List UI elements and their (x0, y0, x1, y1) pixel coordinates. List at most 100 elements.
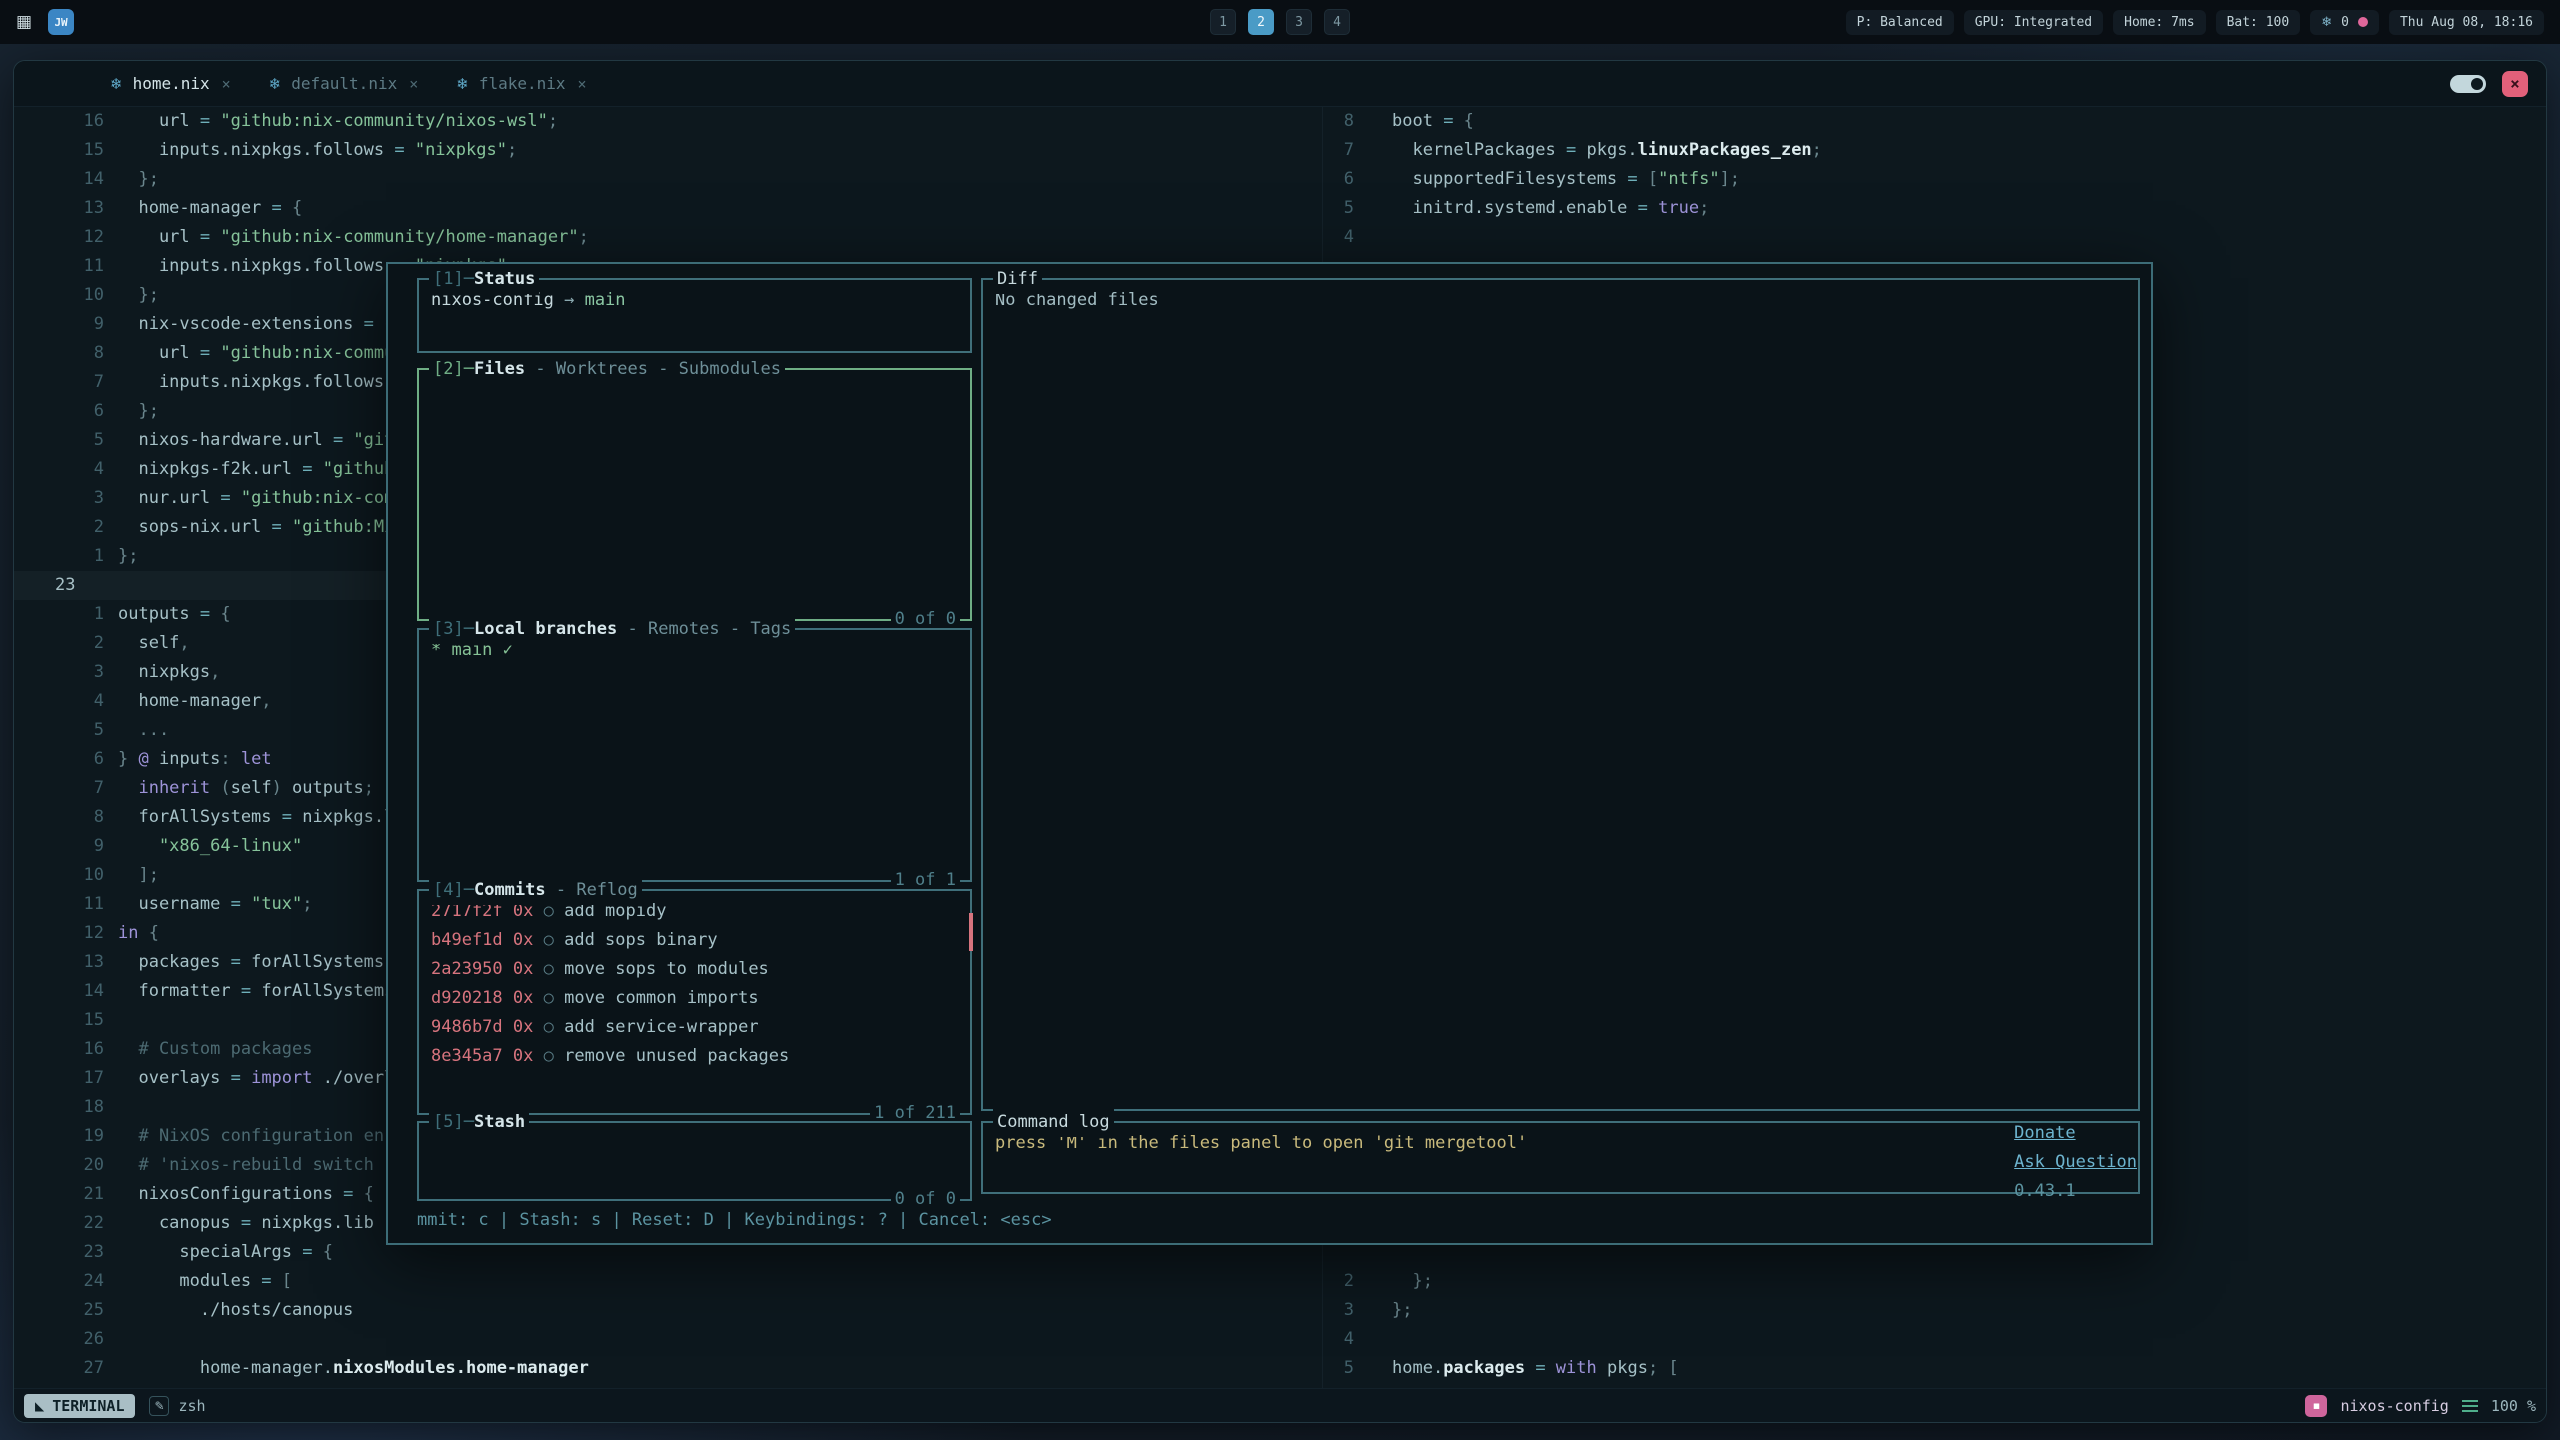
workspace-4[interactable]: 4 (1324, 9, 1350, 35)
shell-pen-icon: ✎ (149, 1396, 169, 1416)
commits-scrollbar[interactable] (969, 913, 973, 951)
line-number: 13 (14, 948, 118, 977)
commit-row[interactable]: 9486b7d 0x ○ add service-wrapper (431, 1013, 958, 1042)
commit-row[interactable]: 8e345a7 0x ○ remove unused packages (431, 1042, 958, 1071)
window-close-button[interactable]: × (2502, 71, 2528, 97)
line-number: 15 (14, 1006, 118, 1035)
donate-link[interactable]: Donate (2014, 1123, 2075, 1143)
tab-default.nix[interactable]: ❄default.nix× (269, 74, 419, 93)
lazygit-branches-panel[interactable]: [3]─Local branches - Remotes - Tags * ma… (417, 628, 972, 882)
code-line: 25 ./hosts/canopus (14, 1296, 1322, 1325)
arrow-icon: → (564, 290, 574, 310)
commit-message: move common imports (564, 988, 758, 1008)
system-tray: ❄ 0 (2310, 10, 2379, 35)
lazygit-status-panel[interactable]: [1]─Status nixos-config → main (417, 278, 972, 353)
code-line: 4 (1324, 1325, 2547, 1354)
line-number: 4 (1324, 1325, 1354, 1354)
code-line: 5home.packages = with pkgs; [ (1324, 1354, 2547, 1383)
line-number: 5 (1324, 1354, 1354, 1383)
line-number: 2 (14, 629, 118, 658)
keyboard-layout-badge[interactable]: JW (48, 9, 74, 35)
line-number: 4 (14, 455, 118, 484)
commit-hash: 2a23950 (431, 959, 513, 979)
line-number: 10 (14, 281, 118, 310)
commit-row[interactable]: b49ef1d 0x ○ add sops binary (431, 926, 958, 955)
lazygit-stash-panel[interactable]: [5]─Stash 0 of 0 (417, 1121, 972, 1201)
code-line: 12 url = "github:nix-community/home-mana… (14, 223, 1322, 252)
commit-message: move sops to modules (564, 959, 769, 979)
code-line: 14 }; (14, 165, 1322, 194)
percent-indicator: 100 % (2491, 1397, 2536, 1415)
commit-author: 0x (513, 988, 544, 1008)
line-number: 26 (14, 1325, 118, 1354)
current-branch: main (585, 290, 626, 310)
line-number: 8 (14, 803, 118, 832)
code-line: 7 kernelPackages = pkgs.linuxPackages_ze… (1324, 136, 2547, 165)
lazygit-diff-panel[interactable]: Diff No changed files (981, 278, 2140, 1111)
line-number: 7 (1324, 136, 1354, 165)
code-line: 15 inputs.nixpkgs.follows = "nixpkgs"; (14, 136, 1322, 165)
code-line: 4 (1324, 223, 2547, 252)
workspace-1[interactable]: 1 (1210, 9, 1236, 35)
tab-label: flake.nix (479, 74, 566, 93)
line-number: 25 (14, 1296, 118, 1325)
commit-graph-node: ○ (544, 1046, 564, 1066)
commit-author: 0x (513, 1046, 544, 1066)
bottom-status-bar: ◣ TERMINAL ✎ zsh ▪ nixos-config 100 % (14, 1388, 2546, 1422)
line-number: 13 (14, 194, 118, 223)
commit-message: remove unused packages (564, 1046, 789, 1066)
statusbar-right: ▪ nixos-config 100 % (2305, 1395, 2536, 1417)
workspace-3[interactable]: 3 (1286, 9, 1312, 35)
line-number: 15 (14, 136, 118, 165)
line-number: 7 (14, 774, 118, 803)
list-icon (2462, 1400, 2478, 1412)
commit-message: add service-wrapper (564, 1017, 758, 1037)
line-number: 3 (14, 658, 118, 687)
line-number: 16 (14, 107, 118, 136)
line-number: 8 (14, 339, 118, 368)
line-number: 3 (1324, 1296, 1354, 1325)
apps-grid-icon[interactable]: ▦ (16, 12, 32, 32)
tab-close-icon[interactable]: × (578, 75, 587, 93)
tab-close-icon[interactable]: × (409, 75, 418, 93)
line-number: 11 (14, 252, 118, 281)
commit-graph-node: ○ (544, 959, 564, 979)
line-number: 7 (14, 368, 118, 397)
line-number: 6 (14, 397, 118, 426)
lazygit-files-panel[interactable]: [2]─Files - Worktrees - Submodules 0 of … (417, 368, 972, 621)
ask-question-link[interactable]: Ask Question (2014, 1152, 2137, 1172)
status-chip: GPU: Integrated (1964, 10, 2103, 35)
line-number: 20 (14, 1151, 118, 1180)
status-chip: P: Balanced (1846, 10, 1954, 35)
tab-label: default.nix (291, 74, 397, 93)
shell-label: zsh (178, 1397, 205, 1415)
line-number: 10 (14, 861, 118, 890)
tab-home.nix[interactable]: ❄home.nix× (110, 74, 231, 93)
line-number: 24 (14, 1267, 118, 1296)
line-number: 14 (14, 977, 118, 1006)
mode-indicator: ◣ TERMINAL (24, 1394, 135, 1418)
lazygit-commits-panel[interactable]: [4]─Commits - Reflog 2717f2f 0x ○ add mo… (417, 889, 972, 1115)
shell-tab[interactable]: ✎ zsh (149, 1396, 205, 1416)
topbar-right: P: BalancedGPU: IntegratedHome: 7msBat: … (1846, 10, 2544, 35)
commit-hash: d920218 (431, 988, 513, 1008)
commit-graph-node: ○ (544, 988, 564, 1008)
notification-count: 0 (2341, 15, 2349, 30)
lazygit-version: 0.43.1 (2014, 1181, 2075, 1201)
code-line: 24 modules = [ (14, 1267, 1322, 1296)
tab-flake.nix[interactable]: ❄flake.nix× (456, 74, 586, 93)
workspace-2[interactable]: 2 (1248, 9, 1274, 35)
line-number: 6 (1324, 165, 1354, 194)
commit-hash: 8e345a7 (431, 1046, 513, 1066)
commit-graph-node: ○ (544, 1017, 564, 1037)
line-number: 17 (14, 1064, 118, 1093)
line-number: 23 (14, 571, 118, 600)
layout-toggle[interactable] (2450, 75, 2486, 93)
commit-row[interactable]: 2a23950 0x ○ move sops to modules (431, 955, 958, 984)
tab-close-icon[interactable]: × (222, 75, 231, 93)
line-number: 4 (14, 687, 118, 716)
line-number: 5 (1324, 194, 1354, 223)
line-number: 9 (14, 310, 118, 339)
line-number: 14 (14, 165, 118, 194)
commit-row[interactable]: d920218 0x ○ move common imports (431, 984, 958, 1013)
